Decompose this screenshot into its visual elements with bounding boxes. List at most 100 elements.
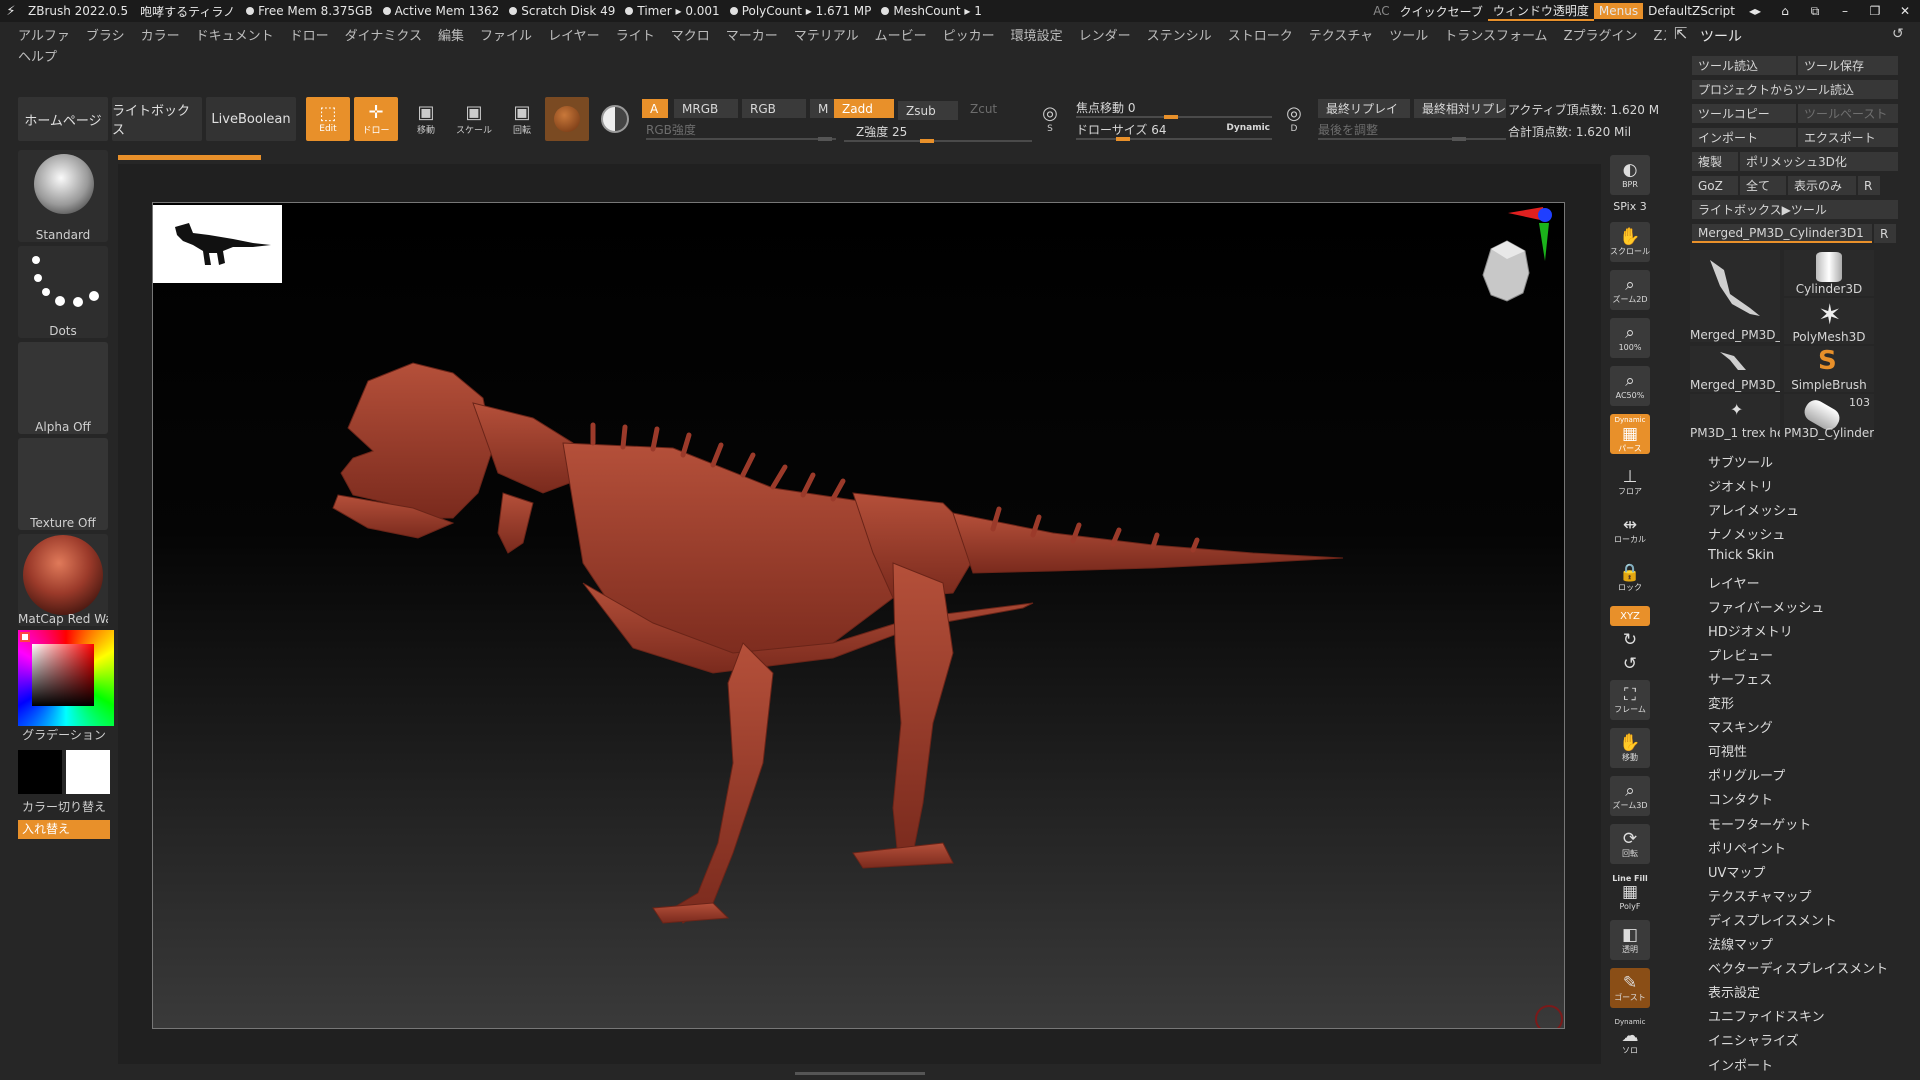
- edit-button[interactable]: ⬚ Edit: [306, 97, 350, 141]
- quicksave-button[interactable]: クイックセーブ: [1395, 3, 1488, 20]
- material-button[interactable]: MatCap Red Wax: [18, 534, 108, 626]
- subpalette-item[interactable]: イニシャライズ: [1708, 1030, 1799, 1049]
- menu-item[interactable]: ドロー: [282, 25, 337, 44]
- tool-thumb-simplebrush[interactable]: S SimpleBrush: [1784, 346, 1874, 392]
- menu-item-help[interactable]: ヘルプ: [14, 46, 65, 65]
- export-button[interactable]: エクスポート: [1798, 128, 1898, 147]
- subpalette-item[interactable]: サブツール: [1708, 452, 1773, 471]
- navigation-head-icon[interactable]: [1482, 240, 1530, 302]
- mrgb-toggle[interactable]: MRGB: [674, 99, 738, 118]
- half-sphere-button[interactable]: [593, 97, 637, 141]
- dynamic-label[interactable]: Dynamic: [1226, 123, 1270, 133]
- material-sphere-button[interactable]: [545, 97, 589, 141]
- tool-thumb-merged-pm3d-2[interactable]: Merged_PM3D_C: [1690, 346, 1780, 392]
- goz-visible-button[interactable]: 表示のみ: [1788, 176, 1856, 195]
- zadd-toggle[interactable]: Zadd: [834, 99, 894, 118]
- menu-item[interactable]: レンダー: [1071, 25, 1139, 44]
- draw-size-button[interactable]: ◎ D: [1274, 97, 1314, 141]
- gradient-label[interactable]: グラデーション: [18, 726, 110, 743]
- lock-button[interactable]: 🔒 ロック: [1610, 558, 1650, 598]
- solo-button[interactable]: Dynamic ☁ ソロ: [1610, 1016, 1650, 1056]
- rotate-y-button[interactable]: ↻: [1610, 630, 1650, 650]
- paste-tool-button[interactable]: ツールペースト: [1798, 104, 1898, 123]
- menu-item[interactable]: 編集: [430, 25, 472, 44]
- subpalette-item[interactable]: ベクターディスプレイスメント: [1708, 958, 1888, 977]
- menu-item[interactable]: マーカー: [718, 25, 786, 44]
- move-button[interactable]: ▣ 移動: [406, 97, 446, 141]
- ghost-button[interactable]: ✎ ゴースト: [1610, 968, 1650, 1008]
- z-intensity-slider[interactable]: Z強度 25: [844, 123, 1032, 143]
- menu-item[interactable]: ブラシ: [78, 25, 133, 44]
- tool-thumb-pm3d-cylinder[interactable]: 103 PM3D_Cylinder3: [1784, 394, 1874, 440]
- last-rel-replay-button[interactable]: 最終相対リプレイ: [1414, 99, 1506, 118]
- layout-icon[interactable]: ◂▸: [1740, 4, 1770, 18]
- subpalette-item[interactable]: ポリペイント: [1708, 838, 1786, 857]
- move-view-button[interactable]: ✋ 移動: [1610, 728, 1650, 768]
- current-tool-slider[interactable]: Merged_PM3D_Cylinder3D1: [1692, 224, 1872, 243]
- local-button[interactable]: ⇹ ローカル: [1610, 510, 1650, 550]
- copy-tool-button[interactable]: ツールコピー: [1692, 104, 1796, 123]
- maximize-icon[interactable]: ❐: [1860, 4, 1890, 18]
- subpalette-item[interactable]: プレビュー: [1708, 645, 1773, 664]
- menu-item[interactable]: カラー: [133, 25, 188, 44]
- subpalette-item[interactable]: インポート: [1708, 1055, 1773, 1074]
- transparency-view-button[interactable]: ◧ 透明: [1610, 920, 1650, 960]
- goz-r-button[interactable]: R: [1858, 176, 1880, 195]
- subpalette-item[interactable]: モーフターゲット: [1708, 814, 1811, 833]
- a-toggle[interactable]: A: [642, 99, 668, 118]
- color-picker[interactable]: [18, 630, 114, 726]
- rgb-toggle[interactable]: RGB: [742, 99, 806, 118]
- menu-item[interactable]: テクスチャ: [1301, 25, 1381, 44]
- ac-label[interactable]: AC: [1368, 4, 1394, 18]
- current-tool-r-button[interactable]: R: [1874, 224, 1896, 243]
- main-color-swatch[interactable]: [18, 750, 62, 794]
- stroke-button[interactable]: Dots: [18, 246, 108, 338]
- subpalette-item[interactable]: サーフェス: [1708, 669, 1772, 688]
- zoom2d-button[interactable]: ⌕ ズーム2D: [1610, 270, 1650, 310]
- subpalette-item[interactable]: ジオメトリ: [1708, 476, 1773, 495]
- polyf-button[interactable]: Line Fill ▦ PolyF: [1610, 872, 1650, 912]
- reset-icon[interactable]: ↺: [1892, 26, 1904, 42]
- subpalette-item[interactable]: 変形: [1708, 693, 1734, 712]
- subpalette-item[interactable]: マスキング: [1708, 717, 1773, 736]
- xyz-button[interactable]: XYZ: [1610, 606, 1650, 626]
- load-from-project-button[interactable]: プロジェクトからツール読込: [1692, 80, 1898, 99]
- zoom3d-button[interactable]: ⌕ ズーム3D: [1610, 776, 1650, 816]
- subpalette-item[interactable]: レイヤー: [1708, 573, 1760, 592]
- menu-item[interactable]: マテリアル: [786, 25, 867, 44]
- subpalette-item[interactable]: 表示設定: [1708, 982, 1760, 1001]
- texture-button[interactable]: Texture Off: [18, 438, 108, 530]
- liveboolean-button[interactable]: LiveBoolean: [206, 97, 296, 141]
- menu-item[interactable]: マクロ: [663, 25, 718, 44]
- floor-button[interactable]: ⊥ フロア: [1610, 462, 1650, 502]
- scroll-button[interactable]: ✋ スクロール: [1610, 222, 1650, 262]
- menus-button[interactable]: Menus: [1593, 3, 1644, 19]
- subpalette-item[interactable]: ポリグループ: [1708, 765, 1785, 784]
- homepage-button[interactable]: ホームページ: [18, 97, 108, 141]
- tool-thumb-cylinder3d[interactable]: Cylinder3D: [1784, 250, 1874, 296]
- subpalette-item[interactable]: HDジオメトリ: [1708, 621, 1793, 640]
- subpalette-item[interactable]: テクスチャマップ: [1708, 886, 1811, 905]
- menu-item[interactable]: ダイナミクス: [337, 25, 430, 44]
- menu-item[interactable]: ストローク: [1220, 25, 1301, 44]
- brush-button[interactable]: Standard: [18, 150, 108, 242]
- import-button[interactable]: インポート: [1692, 128, 1796, 147]
- frame-button[interactable]: ⛶ フレーム: [1610, 680, 1650, 720]
- close-icon[interactable]: ✕: [1890, 4, 1920, 18]
- menu-item[interactable]: ライト: [608, 25, 663, 44]
- menu-item[interactable]: Zプラグイン: [1556, 25, 1646, 44]
- menu-item[interactable]: ツール: [1381, 25, 1436, 44]
- goz-all-button[interactable]: 全て: [1740, 176, 1786, 195]
- ac50-button[interactable]: ⌕ AC50%: [1610, 366, 1650, 406]
- trex-skeleton-model[interactable]: [153, 203, 1565, 1029]
- scale-button[interactable]: ▣ スケール: [454, 97, 494, 141]
- zcut-toggle[interactable]: Zcut: [962, 99, 1022, 118]
- bpr-button[interactable]: ◐ BPR: [1610, 155, 1650, 195]
- menu-item[interactable]: ファイル: [472, 25, 540, 44]
- subpalette-item[interactable]: ファイバーメッシュ: [1708, 597, 1824, 616]
- zsub-toggle[interactable]: Zsub: [898, 101, 958, 120]
- switch-color-label[interactable]: カラー切り替え: [18, 798, 110, 815]
- menu-item[interactable]: ピッカー: [935, 25, 1003, 44]
- menu-item[interactable]: ムービー: [867, 25, 935, 44]
- focal-shift-button[interactable]: ◎ S: [1030, 97, 1070, 141]
